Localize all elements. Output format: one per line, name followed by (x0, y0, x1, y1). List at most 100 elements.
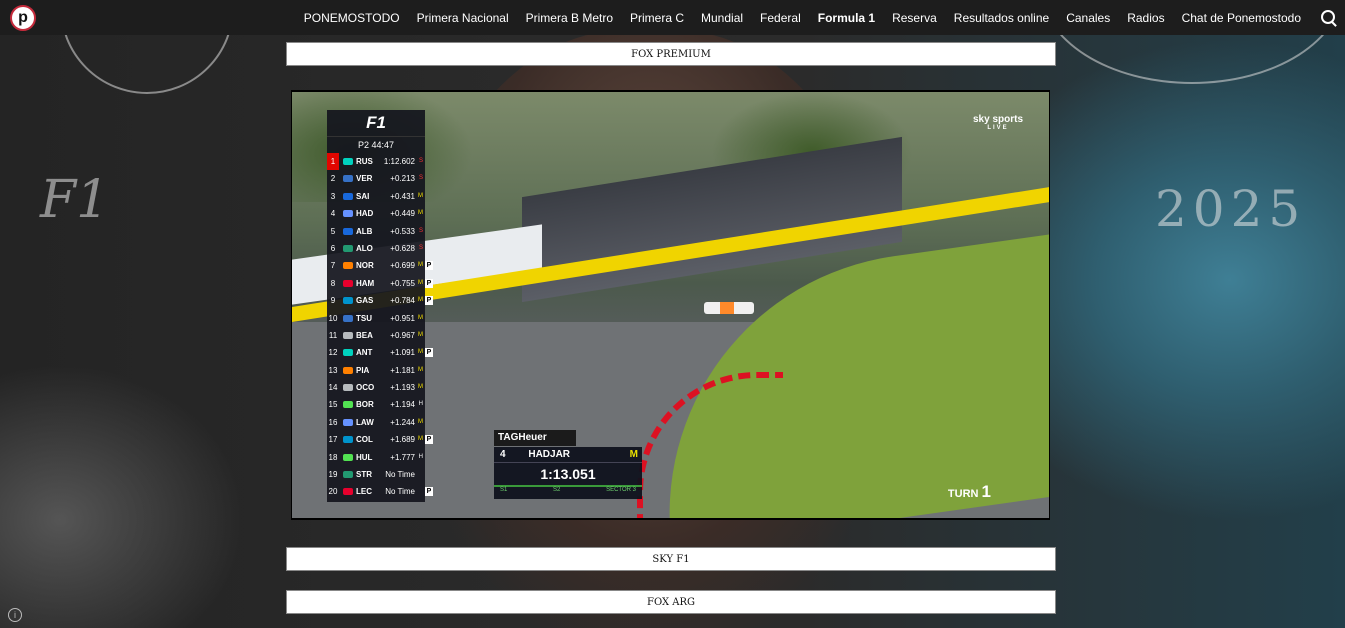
team-icon (343, 244, 353, 252)
pit-badge: P (425, 296, 433, 306)
timing-driver: 4 HADJAR M (494, 447, 642, 463)
leaderboard-position: 9 (330, 296, 336, 306)
tyre-compound: M (418, 418, 423, 425)
team-icon (343, 192, 353, 200)
turn-indicator: TURN 1 (948, 482, 991, 502)
driver-gap: +0.967 (390, 330, 415, 340)
driver-code: SAI (356, 191, 370, 201)
leaderboard-position: 8 (330, 278, 336, 288)
driver-gap: +0.213 (390, 174, 415, 184)
leaderboard-row: 18 HUL +1.777 H (327, 449, 425, 466)
driver-gap: +1.777 (390, 452, 415, 462)
driver-gap: +1.194 (390, 400, 415, 410)
channel-button-sky-f1[interactable]: SKY F1 (286, 547, 1056, 571)
leaderboard-row: 2 VER +0.213 S (327, 170, 425, 187)
leaderboard-position: 2 (330, 174, 336, 184)
driver-gap: No Time (385, 487, 415, 497)
driver-code: RUS (356, 157, 373, 166)
driver-code: BOR (356, 400, 374, 410)
leaderboard-position: 17 (328, 435, 338, 445)
driver-gap: 1:12.602 (383, 157, 415, 166)
background-f1-text: F1 (40, 170, 110, 230)
team-icon (343, 210, 353, 218)
nav-item-primera-b-metro[interactable]: Primera B Metro (526, 11, 613, 25)
nav-item-federal[interactable]: Federal (760, 11, 801, 25)
leaderboard-row: 13 PIA +1.181 M (327, 362, 425, 379)
tyre-compound: M (418, 349, 423, 356)
turn-label: TURN (947, 488, 979, 500)
leaderboard-position: 1 (327, 153, 339, 171)
leaderboard-position: 10 (328, 313, 338, 323)
leaderboard-row: 15 BOR +1.194 H (327, 396, 425, 413)
tyre-compound: M (418, 331, 423, 338)
driver-code: PIA (356, 365, 370, 375)
team-icon (343, 331, 353, 339)
nav-item-formula-1[interactable]: Formula 1 (818, 11, 875, 25)
site-logo[interactable]: p (10, 5, 36, 31)
nav-menu: PONEMOSTODO Primera Nacional Primera B M… (304, 0, 1301, 35)
driver-gap: +0.431 (390, 191, 415, 201)
timing-sectors: S1 S2 SECTOR 3 (494, 485, 642, 493)
tyre-compound: H (418, 453, 423, 460)
broadcaster-logo: sky sports LIVE (967, 114, 1029, 144)
nav-item-mundial[interactable]: Mundial (701, 11, 743, 25)
team-icon (343, 279, 353, 287)
video-player[interactable]: F1 P2 44:47 1 RUS 1:12.602 S 2 VER +0.213 S 3 SAI… (291, 90, 1050, 520)
nav-item-chat[interactable]: Chat de Ponemostodo (1182, 11, 1301, 25)
leaderboard-row: 11 BEA +0.967 M (327, 327, 425, 344)
team-icon (343, 418, 353, 426)
channel-button-fox-premium[interactable]: FOX PREMIUM (286, 42, 1056, 66)
leaderboard-row: 6 ALO +0.628 S (327, 240, 425, 257)
leaderboard-position: 13 (328, 365, 338, 375)
driver-gap: +0.951 (390, 313, 415, 323)
tyre-compound: M (418, 384, 423, 391)
background-year-text: 2025 (1155, 180, 1307, 238)
driver-code: LAW (356, 417, 374, 427)
broadcaster-name: sky sports (972, 114, 1024, 125)
f1-logo: F1 (327, 110, 425, 137)
driver-code: VER (356, 174, 373, 184)
team-icon (343, 175, 353, 183)
team-icon (343, 384, 353, 392)
driver-code: STR (356, 470, 372, 480)
driver-code: NOR (356, 261, 374, 271)
top-navigation: p PONEMOSTODO Primera Nacional Primera B… (0, 0, 1345, 35)
tyre-compound: M (418, 436, 423, 443)
driver-code: OCO (356, 383, 375, 393)
timing-driver-name: HADJAR (528, 449, 571, 460)
timing-sector-1: S1 (500, 487, 508, 493)
team-icon (343, 436, 353, 444)
channel-button-fox-arg[interactable]: FOX ARG (286, 590, 1056, 614)
nav-item-reserva[interactable]: Reserva (892, 11, 937, 25)
leaderboard-position: 7 (330, 261, 336, 271)
search-icon[interactable] (1321, 10, 1335, 24)
nav-item-radios[interactable]: Radios (1127, 11, 1164, 25)
leaderboard-row: 14 OCO +1.193 M (327, 379, 425, 396)
nav-item-ponemostodo[interactable]: PONEMOSTODO (304, 11, 400, 25)
leaderboard-row: 9 GAS +0.784 M P (327, 292, 433, 309)
leaderboard-row: 12 ANT +1.091 M P (327, 344, 433, 361)
nav-item-resultados-online[interactable]: Resultados online (954, 11, 1049, 25)
timing-sponsor: TAGHeuer (494, 430, 576, 446)
driver-code: ALO (356, 243, 373, 253)
leaderboard-row: 3 SAI +0.431 M (327, 188, 425, 205)
driver-gap: No Time (385, 470, 415, 480)
driver-gap: +1.193 (390, 383, 415, 393)
tyre-compound: H (418, 401, 423, 408)
leaderboard-row: 19 STR No Time (327, 466, 425, 483)
tyre-compound: M (418, 210, 423, 217)
timing-sector-2: S2 (553, 487, 561, 493)
leaderboard-row: 1 RUS 1:12.602 S (327, 153, 425, 171)
nav-item-primera-c[interactable]: Primera C (630, 11, 684, 25)
team-icon (343, 453, 353, 461)
pit-badge: P (425, 278, 433, 288)
info-icon[interactable]: i (8, 608, 22, 622)
tyre-compound: M (418, 262, 423, 269)
live-badge: LIVE (987, 125, 1009, 131)
nav-item-canales[interactable]: Canales (1066, 11, 1110, 25)
leaderboard-row: 7 NOR +0.699 M P (327, 257, 433, 274)
turn-number: 1 (981, 482, 991, 501)
nav-item-primera-nacional[interactable]: Primera Nacional (417, 11, 509, 25)
team-icon (343, 401, 353, 409)
race-car (704, 302, 754, 314)
